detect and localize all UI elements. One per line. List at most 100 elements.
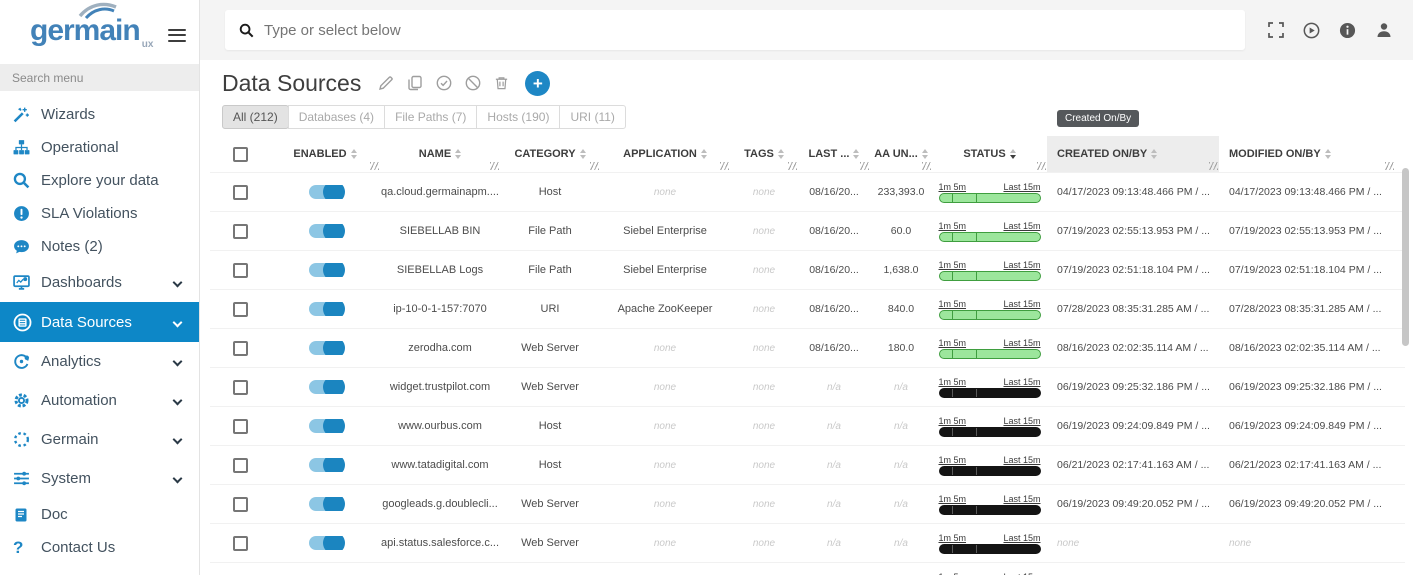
ban-icon[interactable] bbox=[465, 75, 481, 91]
column-header-category[interactable]: CATEGORY bbox=[500, 136, 600, 172]
status-sparkline[interactable]: 1m 5mLast 15m bbox=[939, 299, 1041, 320]
enabled-toggle[interactable] bbox=[309, 419, 342, 433]
sort-icon[interactable] bbox=[1325, 149, 1331, 159]
global-search-input[interactable] bbox=[264, 22, 1231, 39]
column-header-tags[interactable]: TAGS bbox=[730, 136, 798, 172]
column-header-created[interactable]: CREATED ON/BY bbox=[1047, 136, 1219, 172]
sort-icon[interactable] bbox=[701, 149, 707, 159]
tab-file-paths-7[interactable]: File Paths (7) bbox=[384, 105, 477, 129]
column-header-name[interactable]: NAME bbox=[380, 136, 500, 172]
play-icon[interactable] bbox=[1303, 22, 1320, 39]
status-sparkline[interactable]: 1m 5mLast 15m bbox=[939, 416, 1041, 437]
select-all-checkbox[interactable] bbox=[233, 147, 248, 162]
sidebar-search-input[interactable] bbox=[0, 64, 199, 91]
row-checkbox[interactable] bbox=[233, 302, 248, 317]
column-header-status[interactable]: STATUS bbox=[932, 136, 1047, 172]
enabled-toggle[interactable] bbox=[309, 536, 342, 550]
tab-uri-11[interactable]: URI (11) bbox=[559, 105, 625, 129]
row-checkbox[interactable] bbox=[233, 497, 248, 512]
status-sparkline[interactable]: 1m 5mLast 15m bbox=[939, 377, 1041, 398]
status-sparkline[interactable]: 1m 5mLast 15m bbox=[939, 494, 1041, 515]
enabled-toggle[interactable] bbox=[309, 263, 342, 277]
sidebar-item-data-sources[interactable]: Data Sources bbox=[0, 302, 199, 342]
table-row[interactable]: SIEBELLAB BIN File Path Siebel Enterpris… bbox=[210, 211, 1405, 250]
status-sparkline[interactable]: 1m 5mLast 15m bbox=[939, 455, 1041, 476]
column-resize-handle[interactable] bbox=[370, 162, 379, 170]
enabled-toggle[interactable] bbox=[309, 302, 342, 316]
row-checkbox[interactable] bbox=[233, 341, 248, 356]
row-checkbox[interactable] bbox=[233, 536, 248, 551]
sidebar-item-germain[interactable]: Germain bbox=[0, 420, 199, 459]
tab-databases-4[interactable]: Databases (4) bbox=[288, 105, 385, 129]
column-resize-handle[interactable] bbox=[788, 162, 797, 170]
user-icon[interactable] bbox=[1375, 21, 1393, 39]
enabled-toggle[interactable] bbox=[309, 185, 342, 199]
table-row[interactable]: zerodha.com Web Server none none 08/16/2… bbox=[210, 328, 1405, 367]
column-header-modified[interactable]: MODIFIED ON/BY bbox=[1219, 136, 1395, 172]
sort-icon[interactable] bbox=[455, 149, 461, 159]
table-row[interactable]: SIEBELLAB Logs File Path Siebel Enterpri… bbox=[210, 250, 1405, 289]
check-circle-icon[interactable] bbox=[436, 75, 452, 91]
table-row[interactable]: widget.trustpilot.com Web Server none no… bbox=[210, 367, 1405, 406]
copy-icon[interactable] bbox=[407, 75, 423, 91]
row-checkbox[interactable] bbox=[233, 224, 248, 239]
column-resize-handle[interactable] bbox=[590, 162, 599, 170]
status-sparkline[interactable]: 1m 5mLast 15m bbox=[939, 338, 1041, 359]
table-row[interactable]: api.status.salesforce.c... Web Server no… bbox=[210, 523, 1405, 562]
column-resize-handle[interactable] bbox=[720, 162, 729, 170]
tab-hosts-190[interactable]: Hosts (190) bbox=[476, 105, 560, 129]
table-scrollbar[interactable] bbox=[1402, 168, 1409, 573]
column-header-application[interactable]: APPLICATION bbox=[600, 136, 730, 172]
pencil-icon[interactable] bbox=[378, 75, 394, 91]
row-checkbox[interactable] bbox=[233, 380, 248, 395]
table-row[interactable]: qa.cloud.germainapm.... Host none none 0… bbox=[210, 172, 1405, 211]
column-resize-handle[interactable] bbox=[1385, 162, 1394, 170]
row-checkbox[interactable] bbox=[233, 458, 248, 473]
status-sparkline[interactable]: 1m 5mLast 15m bbox=[939, 572, 1041, 575]
status-sparkline[interactable]: 1m 5mLast 15m bbox=[939, 260, 1041, 281]
status-sparkline[interactable]: 1m 5mLast 15m bbox=[939, 182, 1041, 203]
table-row[interactable]: ...lightni... Web Server none none 08/15… bbox=[210, 562, 1405, 575]
column-resize-handle[interactable] bbox=[490, 162, 499, 170]
info-icon[interactable] bbox=[1339, 22, 1356, 39]
sidebar-item-contact-us[interactable]: ? Contact Us bbox=[0, 531, 199, 564]
row-checkbox[interactable] bbox=[233, 185, 248, 200]
table-row[interactable]: www.tatadigital.com Host none none n/a n… bbox=[210, 445, 1405, 484]
tab-all-212[interactable]: All (212) bbox=[222, 105, 289, 129]
status-sparkline[interactable]: 1m 5mLast 15m bbox=[939, 221, 1041, 242]
hamburger-menu-icon[interactable] bbox=[168, 25, 186, 45]
column-resize-handle[interactable] bbox=[922, 162, 931, 170]
add-data-source-button[interactable]: + bbox=[525, 71, 550, 96]
fullscreen-icon[interactable] bbox=[1268, 22, 1284, 38]
table-row[interactable]: ip-10-0-1-157:7070 URI Apache ZooKeeper … bbox=[210, 289, 1405, 328]
sort-icon[interactable] bbox=[351, 149, 357, 159]
column-resize-handle[interactable] bbox=[1209, 162, 1218, 170]
trash-icon[interactable] bbox=[494, 75, 509, 91]
row-checkbox[interactable] bbox=[233, 263, 248, 278]
global-search[interactable] bbox=[225, 10, 1245, 50]
sidebar-item-notes-2[interactable]: Notes (2) bbox=[0, 230, 199, 263]
sort-icon[interactable] bbox=[580, 149, 586, 159]
sidebar-item-doc[interactable]: Doc bbox=[0, 498, 199, 531]
sort-icon[interactable] bbox=[1010, 149, 1016, 159]
column-resize-handle[interactable] bbox=[860, 162, 869, 170]
sort-icon[interactable] bbox=[853, 149, 859, 159]
column-header-last[interactable]: LAST ... bbox=[798, 136, 870, 172]
sidebar-item-dashboards[interactable]: Dashboards bbox=[0, 263, 199, 302]
enabled-toggle[interactable] bbox=[309, 380, 342, 394]
status-sparkline[interactable]: 1m 5mLast 15m bbox=[939, 533, 1041, 554]
enabled-toggle[interactable] bbox=[309, 458, 342, 472]
row-checkbox[interactable] bbox=[233, 419, 248, 434]
column-resize-handle[interactable] bbox=[1037, 162, 1046, 170]
enabled-toggle[interactable] bbox=[309, 224, 342, 238]
sort-icon[interactable] bbox=[778, 149, 784, 159]
scrollbar-thumb[interactable] bbox=[1402, 168, 1409, 346]
sidebar-item-explore-your-data[interactable]: Explore your data bbox=[0, 164, 199, 197]
table-row[interactable]: www.ourbus.com Host none none n/a n/a 1m… bbox=[210, 406, 1405, 445]
sidebar-item-analytics[interactable]: Analytics bbox=[0, 342, 199, 381]
enabled-toggle[interactable] bbox=[309, 341, 342, 355]
column-header-enabled[interactable]: ENABLED bbox=[270, 136, 380, 172]
column-header-aa[interactable]: AA UN... bbox=[870, 136, 932, 172]
sidebar-item-sla-violations[interactable]: SLA Violations bbox=[0, 197, 199, 230]
table-row[interactable]: googleads.g.doublecli... Web Server none… bbox=[210, 484, 1405, 523]
